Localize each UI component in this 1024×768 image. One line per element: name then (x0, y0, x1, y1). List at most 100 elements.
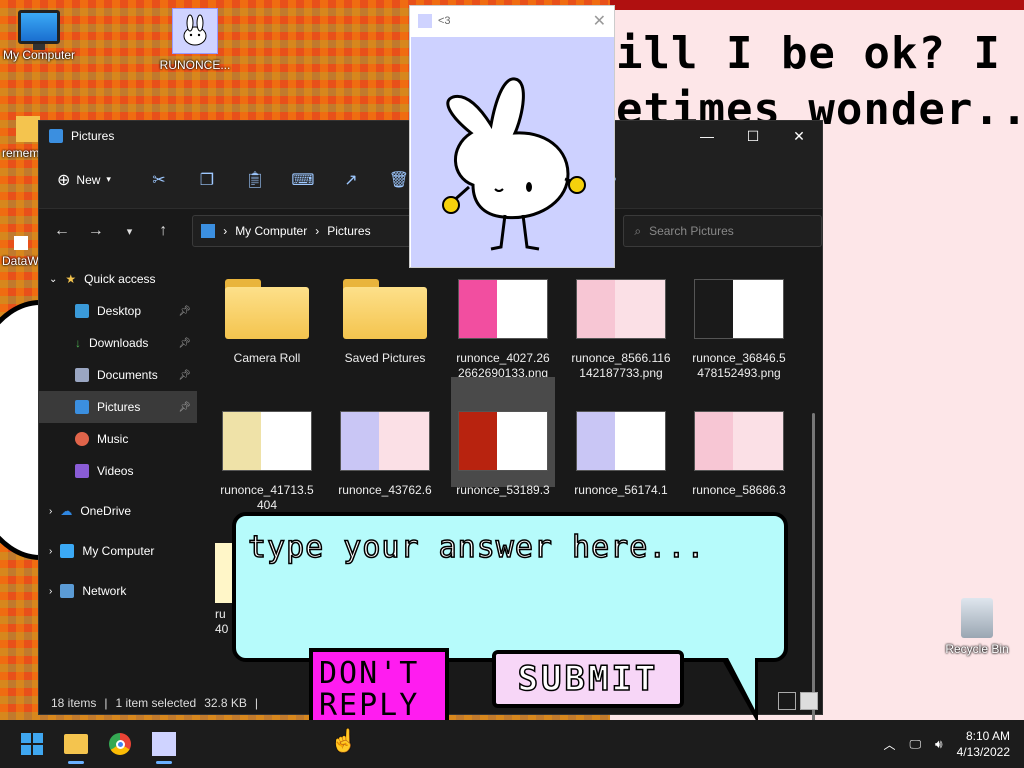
file-item[interactable]: runonce_58686.3 (687, 411, 791, 498)
computer-icon (60, 544, 75, 558)
maximize-button[interactable]: ☐ (730, 121, 776, 151)
pin-icon: 📌︎ (178, 337, 191, 349)
submit-button[interactable]: SUBMIT (492, 650, 684, 708)
folder-icon (225, 279, 309, 339)
desktop-icon-my-computer[interactable]: My Computer (2, 10, 76, 62)
minimize-button[interactable]: — (684, 121, 730, 151)
separator: | (104, 696, 108, 710)
volume-icon[interactable]: 🔊︎ (935, 737, 943, 752)
image-thumbnail (576, 411, 666, 471)
navigation-pane: ⌄ ★ Quick access Desktop 📌︎ ↓ Downloads … (39, 263, 197, 683)
folder-saved-pictures[interactable]: Saved Pictures (333, 279, 437, 366)
bunny-icon (152, 732, 176, 756)
file-item[interactable]: runonce_56174.1 (569, 411, 673, 498)
viewer-titlebar[interactable]: <3 ✕ (410, 6, 614, 36)
plus-icon: ⊕ (57, 171, 71, 189)
back-icon[interactable]: ← (47, 216, 77, 246)
sidebar-item-pictures[interactable]: Pictures 📌︎ (39, 391, 197, 423)
new-button[interactable]: ⊕ New ▾ (57, 170, 111, 190)
pictures-icon (49, 129, 63, 143)
taskbar-file-explorer[interactable] (56, 724, 96, 764)
file-item[interactable]: runonce_36846.5478152493.png (687, 279, 791, 381)
details-view-icon[interactable] (778, 692, 796, 710)
close-icon[interactable]: ✕ (593, 11, 606, 31)
new-label: New (76, 172, 101, 187)
selected-count: 1 item selected (115, 696, 197, 710)
chevron-right-icon: › (49, 585, 53, 597)
scrollbar[interactable] (812, 413, 815, 733)
breadcrumb-my-computer[interactable]: My Computer (235, 224, 307, 238)
search-icon: ⌕ (634, 223, 642, 238)
chevron-up-icon[interactable]: ︿ (883, 736, 895, 753)
pictures-icon (75, 400, 89, 414)
sidebar-label: Quick access (84, 272, 156, 286)
sidebar-item-music[interactable]: Music (39, 423, 197, 455)
selected-size: 32.8 KB (204, 696, 247, 710)
chevron-right-icon: › (315, 224, 320, 238)
clock-date: 4/13/2022 (956, 745, 1010, 759)
cut-icon[interactable]: ✂ (135, 162, 183, 198)
submit-label: SUBMIT (517, 658, 659, 700)
start-button[interactable] (12, 724, 52, 764)
sidebar-item-quick-access[interactable]: ⌄ ★ Quick access (39, 263, 197, 295)
folder-icon (64, 734, 88, 754)
recent-locations-icon[interactable]: ▾ (115, 216, 145, 246)
file-name: runonce_8566.116142187733.png (571, 351, 671, 380)
file-name: runonce_43762.6 (338, 483, 432, 497)
desktop-icon-runonce[interactable]: RUNONCE... (158, 8, 232, 72)
download-icon: ↓ (75, 336, 81, 350)
hand-cursor-icon: ☝ (330, 728, 358, 753)
forward-icon[interactable]: → (81, 216, 111, 246)
sidebar-item-network[interactable]: › Network (39, 575, 197, 607)
file-item[interactable]: runonce_4027.262662690133.png (451, 279, 555, 381)
speech-bubble-tail (727, 656, 755, 710)
taskbar-runonce[interactable] (144, 724, 184, 764)
shortcut-icon (14, 236, 28, 250)
folder-icon (16, 116, 40, 142)
answer-text-box[interactable]: type your answer here... (232, 512, 788, 662)
taskbar-chrome[interactable] (100, 724, 140, 764)
close-button[interactable]: ✕ (776, 121, 822, 151)
recycle-bin-icon (961, 598, 993, 638)
folder-camera-roll[interactable]: Camera Roll (215, 279, 319, 366)
large-icons-view-icon[interactable] (800, 692, 818, 710)
network-icon[interactable]: 🖵︎ (909, 737, 921, 752)
pin-icon: 📌︎ (178, 401, 191, 413)
paste-icon[interactable]: 📋︎ (231, 162, 279, 198)
sidebar-item-my-computer[interactable]: › My Computer (39, 535, 197, 567)
image-thumbnail (694, 411, 784, 471)
share-icon[interactable]: ↗ (327, 162, 375, 198)
taskbar: ︿ 🖵︎ 🔊︎ 8:10 AM 4/13/2022 (0, 720, 1024, 768)
desktop-icon-recycle-bin[interactable]: Recycle Bin (944, 598, 1010, 656)
desktop-icon (75, 304, 89, 318)
file-name: runonce_36846.5478152493.png (692, 351, 786, 380)
image-viewer-window[interactable]: <3 ✕ (409, 5, 615, 268)
file-item[interactable]: runonce_41713.5404 (215, 411, 319, 513)
sidebar-item-videos[interactable]: Videos (39, 455, 197, 487)
sidebar-label: Videos (97, 464, 134, 478)
sidebar-item-desktop[interactable]: Desktop 📌︎ (39, 295, 197, 327)
bunny-image (411, 37, 614, 267)
desktop-icon-label: My Computer (2, 48, 76, 62)
file-item[interactable]: runonce_8566.116142187733.png (569, 279, 673, 381)
sidebar-item-documents[interactable]: Documents 📌︎ (39, 359, 197, 391)
sidebar-label: Downloads (89, 336, 149, 350)
sidebar-item-downloads[interactable]: ↓ Downloads 📌︎ (39, 327, 197, 359)
sidebar-label: Desktop (97, 304, 142, 318)
search-input[interactable]: ⌕ Search Pictures (623, 215, 823, 247)
file-item-selected[interactable]: runonce_53189.3 (451, 377, 555, 497)
desktop-icon-dataw[interactable]: DataW (2, 236, 40, 268)
sidebar-label: My Computer (82, 544, 155, 558)
status-bar: 18 items | 1 item selected 32.8 KB | (51, 696, 258, 710)
up-icon[interactable]: ↑ (148, 216, 178, 246)
clock[interactable]: 8:10 AM 4/13/2022 (957, 728, 1010, 760)
copy-icon[interactable]: ❐ (183, 162, 231, 198)
sidebar-item-onedrive[interactable]: › ☁ OneDrive (39, 495, 197, 527)
pin-icon: 📌︎ (178, 369, 191, 381)
rename-icon[interactable]: ⌨ (279, 162, 327, 198)
desktop-icon-remember[interactable]: remem (2, 116, 40, 160)
file-item[interactable]: runonce_43762.6 (333, 411, 437, 498)
clock-time: 8:10 AM (965, 729, 1010, 743)
breadcrumb-pictures[interactable]: Pictures (327, 224, 370, 238)
videos-icon (75, 464, 89, 478)
